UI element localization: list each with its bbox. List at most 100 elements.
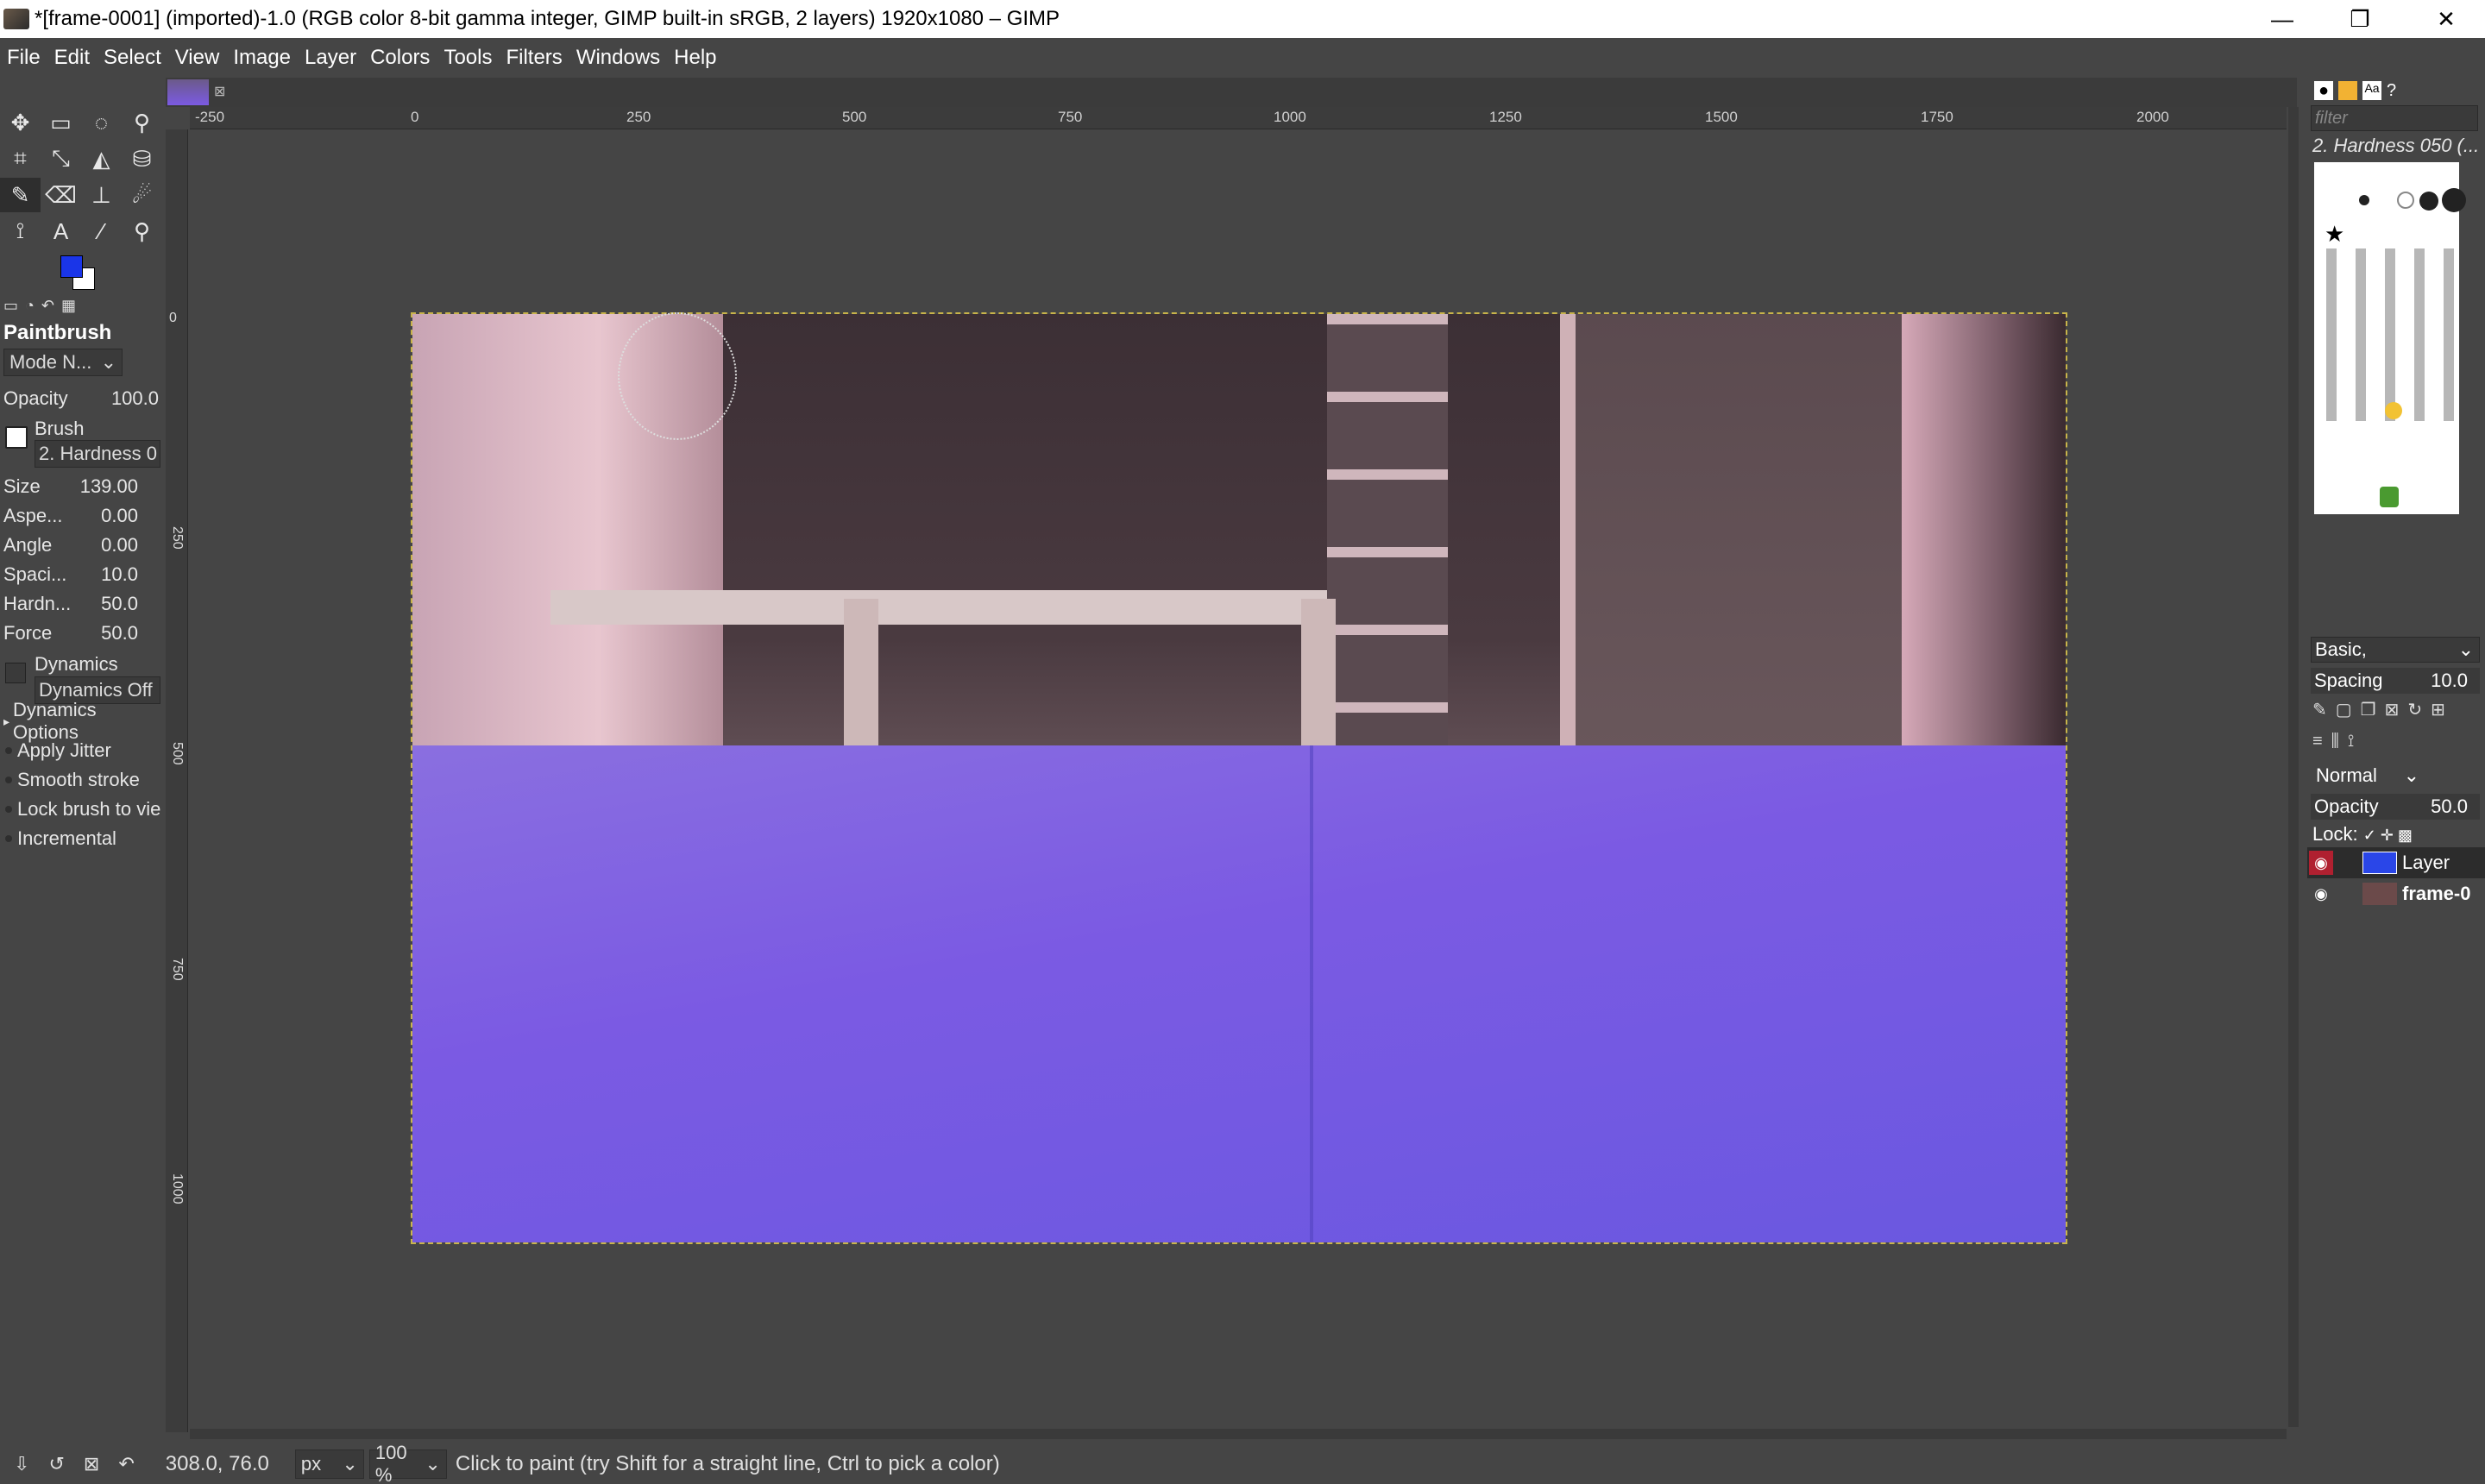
- zoom-select[interactable]: 100 % ⌄: [368, 1442, 447, 1484]
- lock-alpha-icon[interactable]: ▩: [2398, 827, 2413, 844]
- color-picker-tool-icon[interactable]: ⁄: [81, 214, 122, 248]
- help-tab-icon[interactable]: ?: [2387, 81, 2396, 101]
- bucket-fill-tool-icon[interactable]: ⛁: [122, 141, 162, 176]
- dynamics-options-expander[interactable]: ▸ Dynamics Options: [0, 699, 162, 743]
- window-title: *[frame-0001] (imported)-1.0 (RGB color …: [35, 7, 1060, 30]
- brush-filter-input[interactable]: filter: [2311, 105, 2478, 131]
- smudge-tool-icon[interactable]: ☄: [122, 178, 162, 212]
- layer-thumbnail: [2362, 852, 2397, 874]
- close-tab-icon[interactable]: ⊠: [214, 83, 225, 100]
- zoom-tool-icon[interactable]: ⚲: [122, 214, 162, 248]
- duplicate-brush-icon[interactable]: ❐: [2361, 699, 2376, 720]
- brush-thumb[interactable]: [2380, 487, 2399, 507]
- device-status-tab-icon[interactable]: ◔: [25, 297, 35, 316]
- incremental-checkbox[interactable]: Incremental: [0, 825, 162, 852]
- export-icon[interactable]: ⇩: [14, 1453, 29, 1475]
- mode-select[interactable]: Mode N... ⌄: [3, 349, 123, 376]
- apply-jitter-checkbox[interactable]: Apply Jitter: [0, 737, 162, 764]
- images-tab-icon[interactable]: ▦: [61, 297, 76, 316]
- paintbrush-tool-icon[interactable]: ✎: [0, 178, 41, 212]
- eye-icon[interactable]: ◉: [2309, 851, 2333, 875]
- new-brush-icon[interactable]: ▢: [2336, 699, 2352, 720]
- rect-select-tool-icon[interactable]: ▭: [41, 105, 81, 140]
- brushes-tab-icon[interactable]: ●: [2314, 81, 2333, 100]
- hardness-row[interactable]: Hardn... 50.0: [0, 590, 162, 618]
- layer-opacity-row[interactable]: Opacity 50.0: [2311, 794, 2480, 820]
- layer-row[interactable]: ◉ Layer: [2307, 847, 2485, 878]
- brush-grid[interactable]: ★: [2314, 162, 2466, 514]
- crop-tool-icon[interactable]: ⌗: [0, 141, 41, 176]
- force-row[interactable]: Force 50.0: [0, 619, 162, 647]
- menu-layer[interactable]: Layer: [298, 46, 363, 70]
- tool-options-tab-icon[interactable]: ▭: [3, 297, 18, 316]
- lasso-tool-icon[interactable]: ◌: [81, 105, 122, 140]
- channels-tab-icon[interactable]: ⫼: [2331, 732, 2339, 751]
- close-button[interactable]: ✕: [2407, 0, 2485, 38]
- move-tool-icon[interactable]: ✥: [0, 105, 41, 140]
- opacity-row[interactable]: Opacity 100.0: [0, 385, 162, 412]
- layer-mode-select[interactable]: Normal ⌄: [2311, 763, 2423, 789]
- menu-edit[interactable]: Edit: [47, 46, 97, 70]
- paths-tool-icon[interactable]: ⟟: [0, 214, 41, 248]
- brush-select[interactable]: 2. Hardness 0: [35, 440, 160, 468]
- fonts-tab-icon[interactable]: Aa: [2362, 81, 2381, 100]
- layers-tab-icon[interactable]: ≡: [2312, 732, 2323, 751]
- opacity-value: 100.0: [110, 387, 159, 409]
- fuzzy-select-tool-icon[interactable]: ⚲: [122, 105, 162, 140]
- menu-filters[interactable]: Filters: [499, 46, 569, 70]
- brush-preview-icon[interactable]: [5, 426, 28, 449]
- clone-tool-icon[interactable]: ⊥: [81, 178, 122, 212]
- restore-button[interactable]: ❐: [2321, 0, 2399, 38]
- undo-history-tab-icon[interactable]: ↶: [41, 297, 54, 316]
- lock-brush-checkbox[interactable]: Lock brush to vie: [0, 795, 162, 823]
- transform-tool-icon[interactable]: ⤡: [41, 141, 81, 176]
- text-tool-icon[interactable]: A: [41, 214, 81, 248]
- layer-row[interactable]: ◉ frame-0: [2307, 878, 2485, 909]
- delete-brush-icon[interactable]: ⊠: [2385, 699, 2400, 720]
- dynamics-icon[interactable]: [5, 663, 26, 683]
- patterns-tab-icon[interactable]: [2338, 81, 2357, 100]
- foreground-color-swatch[interactable]: [60, 255, 83, 278]
- eye-icon[interactable]: ◉: [2309, 882, 2333, 906]
- vertical-scrollbar[interactable]: [2288, 107, 2299, 1427]
- smooth-stroke-checkbox[interactable]: Smooth stroke: [0, 766, 162, 794]
- brush-thumb-star[interactable]: ★: [2325, 221, 2344, 248]
- delete-icon[interactable]: ⊠: [84, 1453, 99, 1475]
- horizontal-scrollbar[interactable]: [190, 1429, 2287, 1439]
- eraser-tool-icon[interactable]: ⌫: [41, 178, 81, 212]
- canvas-image[interactable]: [411, 312, 2067, 1244]
- tool-options-title: Paintbrush: [3, 321, 112, 344]
- image-tab-thumbnail[interactable]: [167, 79, 209, 105]
- menu-windows[interactable]: Windows: [569, 46, 667, 70]
- menu-tools[interactable]: Tools: [437, 46, 499, 70]
- restore-defaults-icon[interactable]: ↶: [118, 1453, 134, 1475]
- reset-icon[interactable]: ↺: [48, 1453, 64, 1475]
- brush-thumb[interactable]: [2359, 195, 2369, 205]
- ruler-tick: 500: [842, 109, 867, 125]
- menu-colors[interactable]: Colors: [363, 46, 437, 70]
- brush-thumb[interactable]: [2419, 192, 2438, 211]
- angle-row[interactable]: Angle 0.00: [0, 531, 162, 559]
- lock-pixels-icon[interactable]: ✓: [2363, 827, 2381, 844]
- brush-spacing-row[interactable]: Spacing 10.0: [2311, 668, 2480, 694]
- unit-select[interactable]: px ⌄: [294, 1449, 364, 1479]
- menu-select[interactable]: Select: [97, 46, 168, 70]
- menu-help[interactable]: Help: [667, 46, 723, 70]
- menu-view[interactable]: View: [168, 46, 227, 70]
- open-brush-icon[interactable]: ⊞: [2431, 699, 2445, 720]
- warp-tool-icon[interactable]: ◭: [81, 141, 122, 176]
- paths-tab-icon[interactable]: ⟟: [2348, 732, 2354, 751]
- brush-thumb[interactable]: [2397, 192, 2414, 209]
- aspect-row[interactable]: Aspe... 0.00: [0, 502, 162, 530]
- spacing-row[interactable]: Spaci... 10.0: [0, 561, 162, 588]
- edit-brush-icon[interactable]: ✎: [2312, 699, 2327, 720]
- brush-preset-select[interactable]: Basic, ⌄: [2311, 637, 2480, 663]
- refresh-brush-icon[interactable]: ↻: [2407, 699, 2422, 720]
- size-row[interactable]: Size 139.00: [0, 473, 162, 500]
- minimize-button[interactable]: —: [2243, 0, 2321, 38]
- menu-file[interactable]: File: [0, 46, 47, 70]
- menu-image[interactable]: Image: [226, 46, 298, 70]
- brush-thumb[interactable]: [2442, 188, 2466, 212]
- brush-thumb[interactable]: [2385, 402, 2402, 419]
- lock-position-icon[interactable]: ✛: [2381, 827, 2398, 844]
